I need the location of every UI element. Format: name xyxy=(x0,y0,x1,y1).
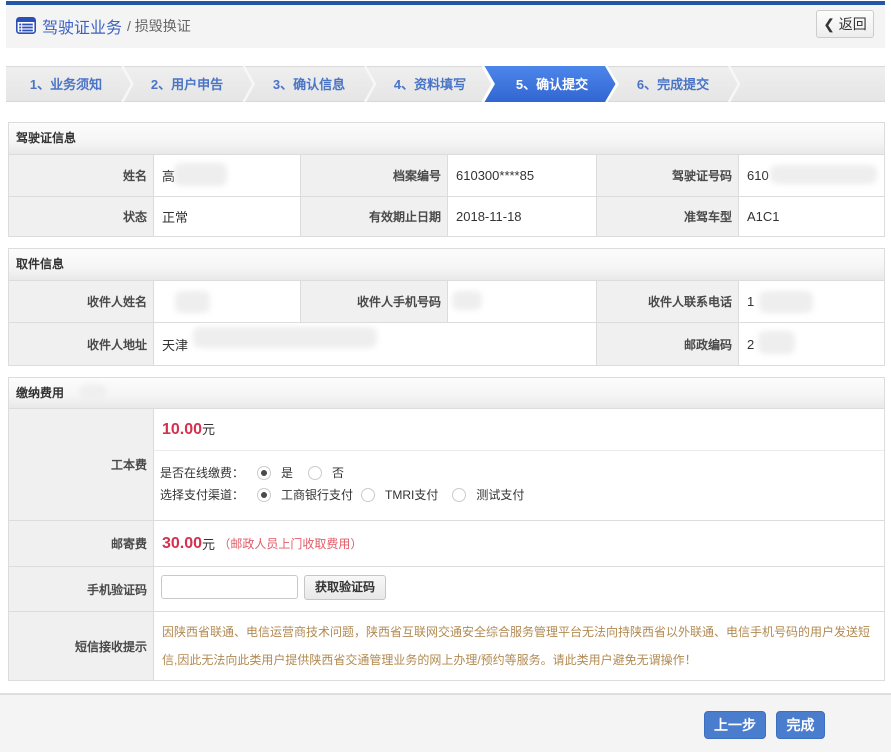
svg-text:1、业务须知: 1、业务须知 xyxy=(30,77,102,92)
svg-text:2、用户申告: 2、用户申告 xyxy=(151,77,223,92)
svg-text:5、确认提交: 5、确认提交 xyxy=(516,77,588,92)
svg-text:6、完成提交: 6、完成提交 xyxy=(637,77,709,92)
svg-text:4、资料填写: 4、资料填写 xyxy=(394,77,466,92)
svg-text:3、确认信息: 3、确认信息 xyxy=(273,77,345,92)
